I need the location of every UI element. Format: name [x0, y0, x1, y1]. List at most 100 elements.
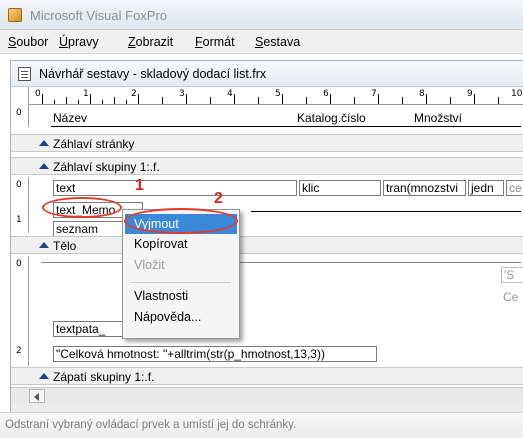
- ruler-label: 4: [227, 89, 233, 99]
- field-right-ce[interactable]: Ce: [503, 290, 518, 304]
- menu-item-label: Vložit: [134, 258, 165, 272]
- ruler-tick: [78, 100, 79, 104]
- app-title: Microsoft Visual FoxPro: [30, 8, 168, 23]
- status-text: Odstraní vybraný ovládací prvek a umístí…: [5, 419, 297, 431]
- field-textpata[interactable]: textpata_: [53, 321, 123, 337]
- annotation-ellipse-1: [42, 197, 122, 218]
- field-text[interactable]: text: [53, 180, 297, 196]
- menu-sestava[interactable]: Sestava: [255, 35, 300, 49]
- ruler-tick: [378, 94, 379, 104]
- field-celkova-hmotnost[interactable]: "Celková hmotnost: "+alltrim(str(p_hmotn…: [53, 346, 377, 362]
- menubar: Soubor Úpravy Zobrazit Formát Sestava: [0, 30, 523, 54]
- designer-title: Návrhář sestavy - skladový dodací list.f…: [39, 67, 267, 81]
- ruler-tick: [138, 94, 139, 104]
- menu-item-paste[interactable]: Vložit: [125, 255, 237, 275]
- vruler-label: 0: [16, 259, 22, 269]
- annotation-ellipse-2: [124, 208, 238, 234]
- vruler-label: 0: [16, 108, 22, 118]
- band-arrow-icon: [39, 373, 49, 379]
- menu-separator: [131, 282, 231, 283]
- band-label: Tělo: [53, 239, 77, 253]
- ruler-tick: [102, 100, 103, 104]
- annotation-number-1: 1: [135, 177, 144, 194]
- menu-item-help[interactable]: Nápověda...: [125, 307, 237, 327]
- vruler-label: 0: [16, 180, 22, 190]
- header-line[interactable]: [51, 126, 521, 127]
- field-right-s[interactable]: 'S: [501, 267, 523, 283]
- ruler-tick: [210, 97, 211, 104]
- ruler-tick: [90, 94, 91, 104]
- menu-zobrazit[interactable]: Zobrazit: [128, 35, 173, 49]
- vruler-label: 1: [16, 215, 22, 225]
- app-titlebar: Microsoft Visual FoxPro: [0, 0, 523, 30]
- ruler-tick: [114, 97, 115, 104]
- ruler-tick: [426, 94, 427, 104]
- band-group-header[interactable]: Záhlaví skupiny 1:.f.: [11, 157, 523, 175]
- field-ce[interactable]: ce: [506, 180, 523, 196]
- field-tran[interactable]: tran(mnozstvi: [383, 180, 466, 196]
- ruler-tick: [354, 97, 355, 104]
- horizontal-scrollbar[interactable]: [11, 387, 523, 404]
- group-line[interactable]: [251, 211, 521, 212]
- ruler-label: 0: [35, 89, 41, 99]
- status-bar: Odstraní vybraný ovládací prvek a umístí…: [0, 412, 523, 438]
- header-mnozstvi-label[interactable]: Množství: [414, 111, 462, 125]
- ruler-tick: [234, 94, 235, 104]
- ruler-label: 3: [179, 89, 185, 99]
- band-arrow-icon: [39, 140, 49, 146]
- ruler-tick: [282, 94, 283, 104]
- scroll-left-arrow-icon[interactable]: [29, 389, 45, 403]
- menu-soubor[interactable]: Soubor: [8, 35, 48, 49]
- band-label: Zápatí skupiny 1:.f.: [53, 370, 155, 384]
- menu-upravy[interactable]: Úpravy: [59, 35, 99, 49]
- ruler-tick: [450, 97, 451, 104]
- ruler-tick: [42, 94, 43, 104]
- band-arrow-icon: [39, 163, 49, 169]
- header-nazev-label[interactable]: Název: [53, 111, 87, 125]
- menu-item-properties[interactable]: Vlastnosti: [125, 286, 237, 306]
- vertical-ruler: 0 2: [11, 256, 29, 366]
- ruler-tick: [402, 97, 403, 104]
- field-klic[interactable]: klic: [299, 180, 381, 196]
- footer-line[interactable]: [41, 262, 521, 263]
- ruler-tick: [498, 97, 499, 104]
- report-designer-window: Návrhář sestavy - skladový dodací list.f…: [10, 60, 523, 412]
- ruler-tick: [306, 97, 307, 104]
- ruler-label: 5: [275, 89, 281, 99]
- ruler-label: 2: [131, 89, 137, 99]
- ruler-label: 6: [323, 89, 329, 99]
- ruler-tick: [54, 100, 55, 104]
- band-arrow-icon: [39, 242, 49, 248]
- band-detail[interactable]: Tělo: [11, 236, 523, 254]
- vruler-label: 2: [16, 346, 22, 356]
- menu-format[interactable]: Formát: [195, 35, 235, 49]
- band-group-footer[interactable]: Zápatí skupiny 1:.f.: [11, 367, 523, 385]
- horizontal-ruler: 0 1 2 3 4 5 6 7 8 9 10: [11, 87, 523, 105]
- ruler-label: 9: [467, 89, 473, 99]
- annotation-number-2: 2: [214, 190, 223, 207]
- ruler-label: 1: [83, 89, 89, 99]
- ruler-label: 8: [419, 89, 425, 99]
- foxpro-app-icon: [8, 8, 22, 22]
- band-label: Záhlaví stránky: [53, 137, 135, 151]
- ruler-label: 10: [511, 89, 523, 99]
- ruler-tick: [186, 94, 187, 104]
- menu-item-label: Vlastnosti: [134, 289, 189, 303]
- ruler-tick: [162, 97, 163, 104]
- designer-titlebar: Návrhář sestavy - skladový dodací list.f…: [11, 61, 523, 87]
- menu-item-copy[interactable]: Kopírovat: [125, 234, 237, 254]
- ruler-label: 7: [371, 89, 377, 99]
- ruler-tick: [66, 97, 67, 104]
- ruler-tick: [126, 100, 127, 104]
- ruler-corner: [11, 87, 29, 105]
- band-label: Záhlaví skupiny 1:.f.: [53, 160, 160, 174]
- ruler-tick: [258, 97, 259, 104]
- band-page-header[interactable]: Záhlaví stránky: [11, 134, 523, 152]
- vertical-ruler: 0: [11, 105, 29, 127]
- menu-item-label: Nápověda...: [134, 310, 202, 324]
- report-canvas[interactable]: 0 Název Katalog.číslo Množství Záhlaví s…: [11, 105, 523, 387]
- field-jedn[interactable]: jedn: [468, 180, 504, 196]
- header-katalog-label[interactable]: Katalog.číslo: [297, 111, 366, 125]
- report-document-icon: [18, 67, 31, 81]
- ruler-tick: [474, 94, 475, 104]
